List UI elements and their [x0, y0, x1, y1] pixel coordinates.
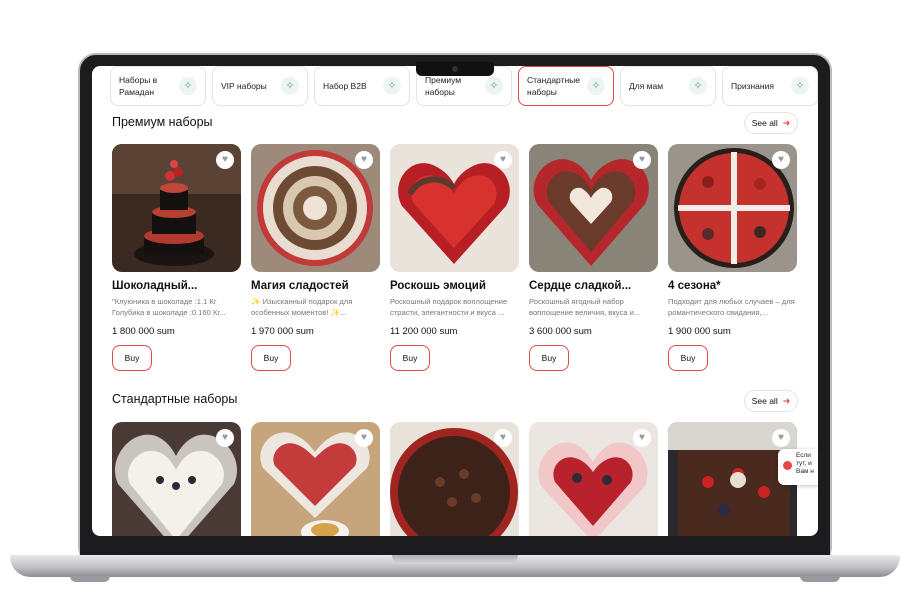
- product-price: 1 900 000 sum: [668, 326, 731, 337]
- product-description: Роскошный подарок воплощение страсти, эл…: [390, 297, 508, 317]
- see-all-label: See all: [751, 118, 778, 128]
- chip-label: Премиум наборы: [425, 75, 462, 97]
- buy-button[interactable]: Buy: [112, 345, 152, 371]
- chip-label: Стандартные наборы: [527, 75, 581, 97]
- section-title-standard: Стандартные наборы: [112, 392, 238, 406]
- chip-label: VIP наборы: [221, 81, 267, 91]
- chip-label: Наборы в Рамадан: [119, 75, 158, 97]
- chip-confessions[interactable]: Признания ✧: [722, 66, 818, 106]
- chip-moms[interactable]: Для мам ✧: [620, 66, 716, 106]
- heart-icon[interactable]: ♥: [494, 429, 512, 447]
- buy-button[interactable]: Buy: [529, 345, 569, 371]
- product-image[interactable]: ♥: [668, 144, 797, 272]
- product-card[interactable]: ♥ Роскошь эмоций Роскошный подарок вопло…: [390, 144, 519, 371]
- laptop-foot: [70, 576, 110, 582]
- product-card[interactable]: ♥ Сердце сладкой... Роскошный ягодный на…: [529, 144, 658, 371]
- heart-icon[interactable]: ♥: [772, 151, 790, 169]
- chip-b2b[interactable]: Набор B2B ✧: [314, 66, 410, 106]
- product-card[interactable]: ♥ 4 сезона* Подходит для любых случаев –…: [668, 144, 797, 371]
- chip-vip[interactable]: VIP наборы ✧: [212, 66, 308, 106]
- product-image[interactable]: ♥: [529, 422, 658, 536]
- product-price: 3 600 000 sum: [529, 326, 592, 337]
- chat-popup[interactable]: Если тут, и Вам н: [778, 449, 818, 485]
- heart-icon[interactable]: ♥: [216, 151, 234, 169]
- chip-label: Набор B2B: [323, 81, 367, 91]
- camera-icon: [452, 66, 458, 72]
- chat-text: Если: [796, 452, 811, 459]
- chat-text: Вам н: [796, 468, 814, 475]
- product-name[interactable]: Магия сладостей: [251, 280, 380, 292]
- sparkle-icon: ✧: [383, 77, 401, 95]
- see-all-button[interactable]: See all ➜: [744, 390, 798, 412]
- product-card[interactable]: ♥: [529, 422, 658, 536]
- chip-label: Признания: [731, 81, 774, 91]
- product-card[interactable]: ♥: [390, 422, 519, 536]
- buy-button[interactable]: Buy: [251, 345, 291, 371]
- see-all-label: See all: [751, 396, 778, 406]
- sparkle-icon: ✧: [791, 77, 809, 95]
- laptop-groove: [392, 555, 518, 564]
- product-description: ✨ Изысканный подарок для особенных момен…: [251, 297, 353, 317]
- product-card[interactable]: ♥ Шоколадный... "Клуюника в шоколаде :1.…: [112, 144, 241, 371]
- buy-button[interactable]: Buy: [668, 345, 708, 371]
- heart-icon[interactable]: ♥: [216, 429, 234, 447]
- chat-text: тут, и: [796, 460, 812, 467]
- arrow-right-icon: ➜: [782, 395, 791, 406]
- heart-icon[interactable]: ♥: [772, 429, 790, 447]
- product-description: Роскошный ягодный набор воплощение велич…: [529, 297, 641, 317]
- heart-icon[interactable]: ♥: [494, 151, 512, 169]
- product-price: 11 200 000 sum: [390, 326, 458, 337]
- heart-icon[interactable]: ♥: [633, 151, 651, 169]
- product-name[interactable]: Шоколадный...: [112, 280, 241, 292]
- laptop-foot: [800, 576, 840, 582]
- product-name[interactable]: Роскошь эмоций: [390, 280, 519, 292]
- product-price: 1 970 000 sum: [251, 326, 314, 337]
- product-name[interactable]: Сердце сладкой...: [529, 280, 658, 292]
- see-all-button[interactable]: See all ➜: [744, 112, 798, 134]
- sparkle-icon: ✧: [689, 77, 707, 95]
- camera-notch: [416, 62, 494, 76]
- product-image[interactable]: ♥: [251, 422, 380, 536]
- chip-label: Для мам: [629, 81, 664, 91]
- sparkle-icon: ✧: [179, 77, 197, 95]
- sparkle-icon: ✧: [485, 77, 503, 95]
- chip-standard[interactable]: Стандартные наборы ✧: [518, 66, 614, 106]
- product-description: "Клуюника в шоколаде :1.1 Кг Голубика в …: [112, 297, 226, 317]
- product-image[interactable]: ♥: [390, 144, 519, 272]
- product-card[interactable]: ♥: [251, 422, 380, 536]
- product-price: 1 800 000 sum: [112, 326, 175, 337]
- product-card[interactable]: ♥: [112, 422, 241, 536]
- sparkle-icon: ✧: [587, 77, 605, 95]
- product-card[interactable]: ♥ Магия сладостей ✨ Изысканный подарок д…: [251, 144, 380, 371]
- product-image[interactable]: ♥: [390, 422, 519, 536]
- chat-avatar-icon: [783, 461, 792, 470]
- browser-screen: Наборы в Рамадан ✧ VIP наборы ✧ Набор B2B ✧…: [92, 66, 818, 536]
- product-image[interactable]: ♥: [112, 422, 241, 536]
- product-description: Подходит для любых случаев – для романти…: [668, 297, 795, 317]
- buy-button[interactable]: Buy: [390, 345, 430, 371]
- heart-icon[interactable]: ♥: [355, 429, 373, 447]
- chip-ramadan[interactable]: Наборы в Рамадан ✧: [110, 66, 206, 106]
- arrow-right-icon: ➜: [782, 117, 791, 128]
- product-name[interactable]: 4 сезона*: [668, 280, 797, 292]
- heart-icon[interactable]: ♥: [355, 151, 373, 169]
- heart-icon[interactable]: ♥: [633, 429, 651, 447]
- product-image[interactable]: ♥: [251, 144, 380, 272]
- laptop-frame: Наборы в Рамадан ✧ VIP наборы ✧ Набор B2B ✧…: [0, 0, 910, 600]
- section-title-premium: Премиум наборы: [112, 115, 213, 129]
- product-image[interactable]: ♥: [112, 144, 241, 272]
- sparkle-icon: ✧: [281, 77, 299, 95]
- product-image[interactable]: ♥: [529, 144, 658, 272]
